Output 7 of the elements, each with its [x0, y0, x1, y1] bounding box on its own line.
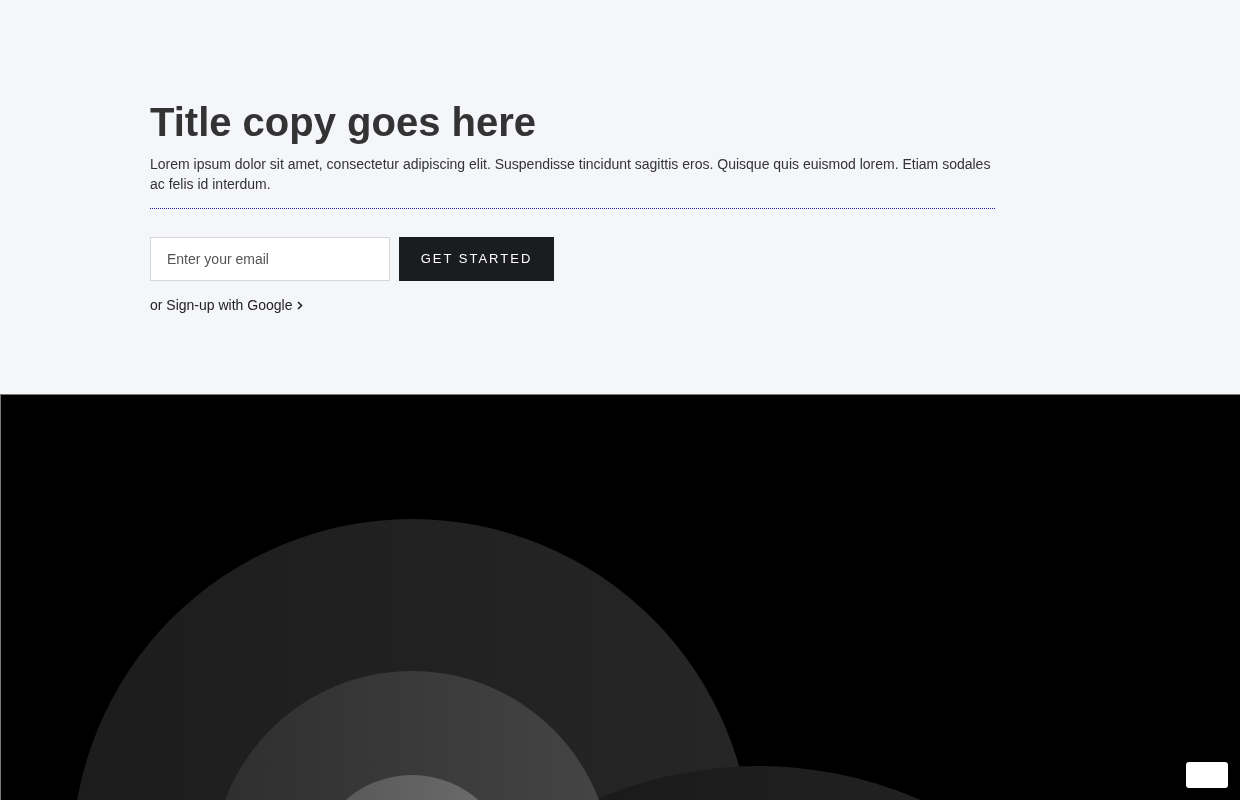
email-field[interactable]: Enter your email: [150, 237, 390, 281]
hero-title: Title copy goes here: [150, 99, 537, 146]
google-signup-link[interactable]: or Sign-up with Google: [150, 295, 304, 316]
chevron-right-icon: [297, 301, 304, 310]
floating-button[interactable]: [1186, 762, 1228, 788]
get-started-button[interactable]: GET STARTED: [399, 237, 554, 281]
hero-description: Lorem ipsum dolor sit amet, consectetur adipiscing elit. Suspendisse tincidunt sagittis eros. Quisque quis euismod lorem. Etiam sodales ac felis id interdum.: [150, 155, 992, 194]
